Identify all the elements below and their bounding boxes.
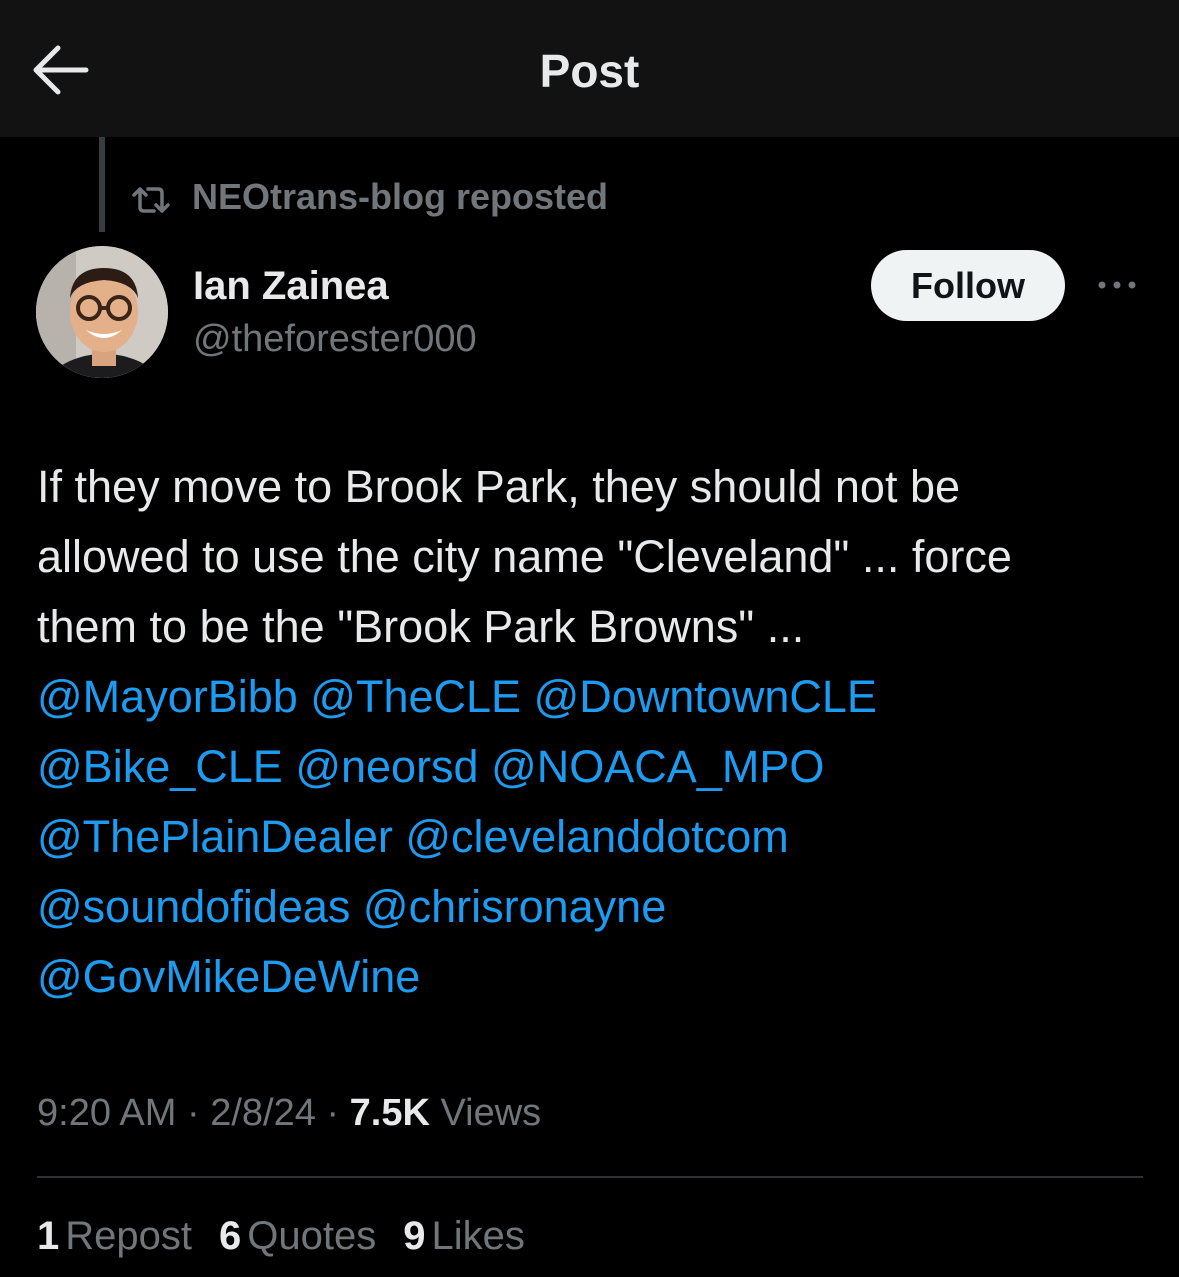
mention-link[interactable]: @NOACA_MPO bbox=[491, 741, 824, 792]
views-label: Views bbox=[440, 1092, 542, 1134]
divider bbox=[37, 1176, 1143, 1178]
meta-separator: · bbox=[186, 1092, 200, 1134]
reposts-count: 1 bbox=[37, 1214, 60, 1258]
author-name[interactable]: Ian Zainea bbox=[193, 262, 389, 310]
mention-link[interactable]: @neorsd bbox=[295, 741, 478, 792]
reposts-stat[interactable]: 1 Repost bbox=[37, 1210, 192, 1262]
repost-context-label: NEOtrans-blog reposted bbox=[192, 176, 609, 217]
more-horizontal-icon[interactable] bbox=[1092, 270, 1142, 300]
mention-link[interactable]: @TheCLE bbox=[310, 671, 521, 722]
mention-line: @soundofideas @chrisronayne bbox=[37, 872, 1152, 942]
follow-button[interactable]: Follow bbox=[871, 250, 1065, 321]
mention-link[interactable]: @soundofideas bbox=[37, 881, 350, 932]
likes-count: 9 bbox=[403, 1214, 426, 1258]
quotes-count: 6 bbox=[219, 1214, 242, 1258]
engagement-stats: 1 Repost 6 Quotes 9 Likes bbox=[37, 1210, 552, 1262]
mention-link[interactable]: @ThePlainDealer bbox=[37, 811, 393, 862]
thread-connector-line bbox=[99, 137, 105, 232]
mention-line: @ThePlainDealer @clevelanddotcom bbox=[37, 802, 1152, 872]
mention-line: @Bike_CLE @neorsd @NOACA_MPO bbox=[37, 732, 1152, 802]
post-text: If they move to Brook Park, they should … bbox=[37, 452, 1152, 1012]
quotes-label: Quotes bbox=[247, 1214, 377, 1258]
repost-context[interactable]: NEOtrans-blog reposted bbox=[130, 172, 608, 222]
mention-link[interactable]: @MayorBibb bbox=[37, 671, 298, 722]
likes-stat[interactable]: 9 Likes bbox=[403, 1210, 525, 1262]
likes-label: Likes bbox=[431, 1214, 525, 1258]
post-text-line: allowed to use the city name "Cleveland"… bbox=[37, 531, 1012, 582]
post-text-line: them to be the "Brook Park Browns" ... bbox=[37, 601, 805, 652]
author-handle[interactable]: @theforester000 bbox=[193, 315, 477, 363]
post-time[interactable]: 9:20 AM bbox=[37, 1092, 176, 1134]
mention-link[interactable]: @clevelanddotcom bbox=[405, 811, 788, 862]
top-bar: Post bbox=[0, 0, 1179, 137]
reposts-label: Repost bbox=[65, 1214, 192, 1258]
mention-link[interactable]: @chrisronayne bbox=[363, 881, 666, 932]
post-date[interactable]: 2/8/24 bbox=[210, 1092, 316, 1134]
post-meta: 9:20 AM · 2/8/24 · 7.5K Views bbox=[37, 1087, 541, 1139]
author-avatar[interactable] bbox=[36, 246, 168, 378]
post-text-line: If they move to Brook Park, they should … bbox=[37, 461, 961, 512]
mention-link[interactable]: @Bike_CLE bbox=[37, 741, 283, 792]
quotes-stat[interactable]: 6 Quotes bbox=[219, 1210, 376, 1262]
mention-link[interactable]: @GovMikeDeWine bbox=[37, 951, 420, 1002]
mention-line: @MayorBibb @TheCLE @DowntownCLE bbox=[37, 662, 1152, 732]
meta-separator: · bbox=[326, 1092, 340, 1134]
page-title: Post bbox=[539, 45, 640, 97]
mention-link[interactable]: @DowntownCLE bbox=[534, 671, 877, 722]
mention-line: @GovMikeDeWine bbox=[37, 942, 1152, 1012]
views-count: 7.5K bbox=[349, 1092, 430, 1134]
repost-icon bbox=[130, 182, 172, 213]
